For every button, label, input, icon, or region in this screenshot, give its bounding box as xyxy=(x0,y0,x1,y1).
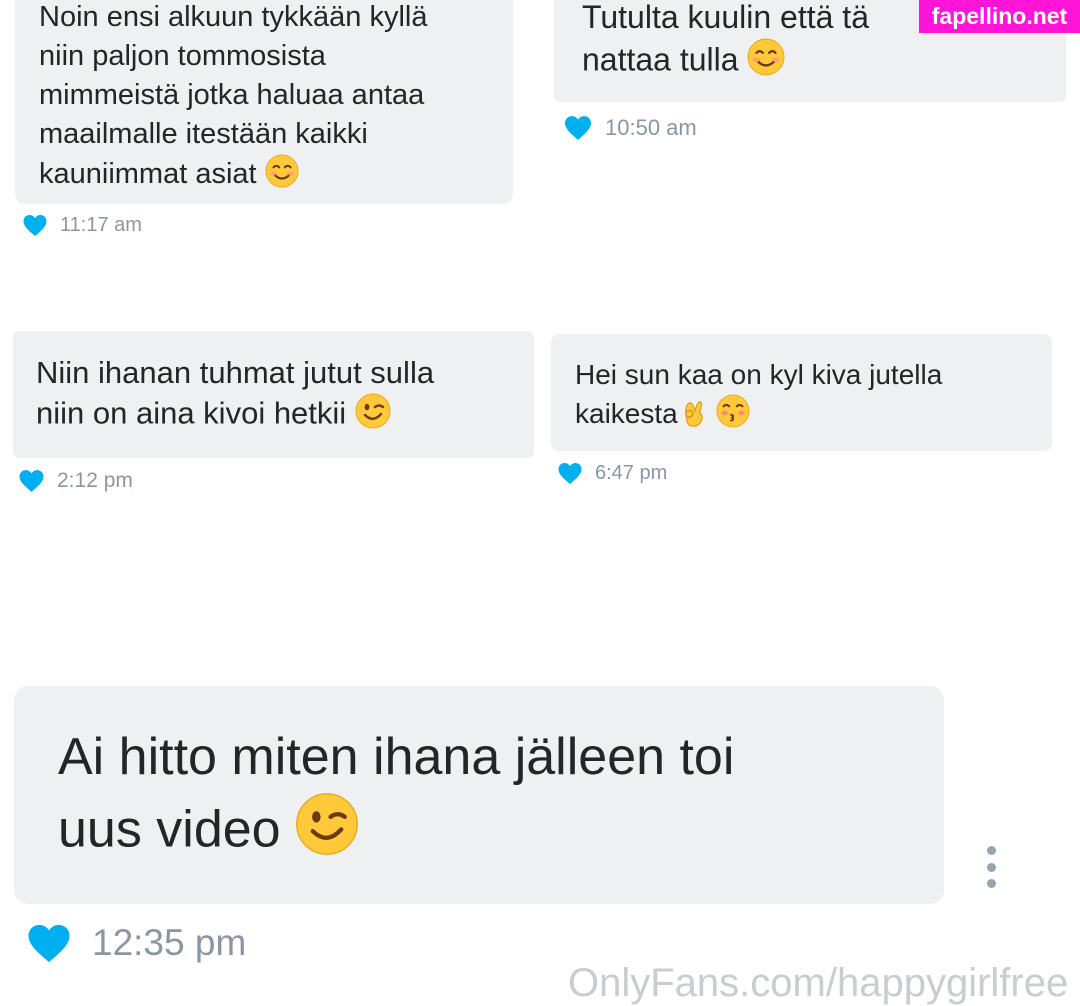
ok-hand-emoji-icon xyxy=(678,396,708,438)
message-timestamp: 6:47 pm xyxy=(595,462,668,484)
message-bubble-1: Noin ensi alkuun tykkään kyllä niin palj… xyxy=(15,0,513,204)
message-line: nattaa tulla xyxy=(582,38,1066,86)
message-line: maailmalle itestään kaikki xyxy=(39,118,368,150)
message-line: Ai hitto miten ihana jälleen toi xyxy=(58,728,735,786)
winking-face-emoji-icon xyxy=(355,393,391,439)
more-options-dot xyxy=(986,862,996,872)
message-line: uus video xyxy=(58,792,944,874)
watermark-badge: fapellino.net xyxy=(919,0,1080,33)
winking-face-emoji-icon xyxy=(295,792,359,874)
message-timestamp: 2:12 pm xyxy=(57,469,133,492)
message-meta-3: 2:12 pm xyxy=(18,469,133,493)
more-options-icon[interactable] xyxy=(980,846,1002,888)
heart-icon[interactable] xyxy=(557,462,583,485)
message-timestamp: 11:17 am xyxy=(60,214,142,236)
message-line: kaikesta xyxy=(575,394,1052,438)
message-meta-5: 12:35 pm xyxy=(26,922,246,964)
message-line: Niin ihanan tuhmat jutut sulla xyxy=(36,355,435,390)
message-line: niin paljon tommosista xyxy=(39,40,326,72)
smiling-face-emoji-icon xyxy=(265,154,299,199)
more-options-dot xyxy=(986,879,996,888)
message-timestamp: 10:50 am xyxy=(605,115,697,140)
heart-icon[interactable] xyxy=(26,923,72,964)
more-options-dot xyxy=(986,846,996,855)
message-line: kauniimmat asiat xyxy=(39,154,513,199)
message-meta-2: 10:50 am xyxy=(563,115,697,141)
message-bubble-3: Niin ihanan tuhmat jutut sulla niin on a… xyxy=(13,331,534,458)
message-timestamp: 12:35 pm xyxy=(92,922,247,963)
message-bubble-5: Ai hitto miten ihana jälleen toi uus vid… xyxy=(14,686,944,904)
message-line: Noin ensi alkuun tykkään kyllä xyxy=(39,1,428,33)
smiling-face-emoji-icon xyxy=(747,38,785,86)
kissing-face-emoji-icon xyxy=(715,394,750,438)
heart-icon[interactable] xyxy=(18,469,45,493)
message-bubble-4: Hei sun kaa on kyl kiva jutella kaikesta xyxy=(551,334,1052,451)
message-line: Hei sun kaa on kyl kiva jutella xyxy=(575,359,943,390)
heart-icon[interactable] xyxy=(563,115,593,141)
message-line: niin on aina kivoi hetkii xyxy=(36,393,534,439)
heart-icon[interactable] xyxy=(22,214,48,237)
message-line: mimmeistä jotka haluaa antaa xyxy=(39,79,425,111)
message-meta-4: 6:47 pm xyxy=(557,462,667,485)
watermark-text: OnlyFans.com/happygirlfree xyxy=(568,961,1069,1005)
message-meta-1: 11:17 am xyxy=(22,214,142,237)
